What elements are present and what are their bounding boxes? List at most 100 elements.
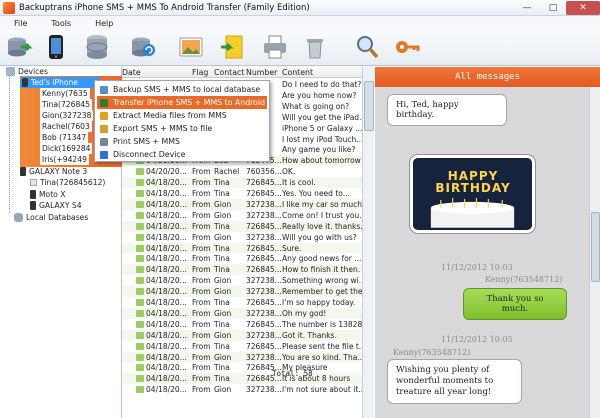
tree-iphone[interactable]: Ted's iPhone [20,77,100,88]
register-button[interactable] [392,32,422,62]
cell-contact: Tina [214,319,230,329]
maximize-button[interactable]: □ [540,1,566,15]
export-button[interactable] [218,32,248,62]
sms-icon [136,244,144,252]
cell-content: iPhone 5 or Galaxy ... [282,123,363,133]
scrollbar-thumb[interactable] [591,212,600,282]
table-row[interactable]: 04/18/20... From Gion 327238... You are so k… [122,351,367,363]
media-icon [100,112,108,120]
table-row[interactable]: 04/18/20... From Gion 327238... Something wr… [122,275,367,287]
delete-button[interactable] [300,32,330,62]
column-contact[interactable]: Contact [214,68,244,77]
column-date[interactable]: Date [122,68,141,77]
tree-contact[interactable]: Gion(327238 [40,110,94,121]
database-icon [14,213,23,222]
cell-content: Remember to get the... [282,287,370,297]
tree-galaxy-s4[interactable]: GALAXY S4 [30,200,82,211]
cell-date: 04/18/20... [146,243,187,253]
cell-date: 04/18/20... [146,374,187,384]
backup-database-icon [8,37,33,57]
birthday-photo[interactable]: HAPPY BIRTHDAY [410,155,535,233]
column-flag[interactable]: Flag [192,68,208,77]
cell-content: I lost my iPod Touch... [282,134,364,144]
database-button[interactable] [82,32,112,62]
column-content[interactable]: Content [282,68,313,77]
cell-content: How to finish it then. [282,265,361,275]
photo-button[interactable] [176,32,206,62]
tree-contact[interactable]: Iris(+94249 [40,154,89,165]
close-button[interactable]: ✕ [566,0,600,15]
cell-contact: Tina [214,298,230,307]
table-row[interactable]: 04/18/20... From Tina 726845... Sure. [122,242,367,254]
tree-devices[interactable]: Devices [6,66,48,77]
contact-label: Rachel(7603 [42,122,90,131]
conversation-scrollbar[interactable] [589,87,600,418]
table-row[interactable]: 04/18/20... From Tina 726845... It is about … [122,373,367,385]
scrollbar-thumb[interactable] [364,81,374,131]
table-row[interactable]: 04/18/20... From Gion 327238... Oh my god! [122,307,367,319]
table-row[interactable]: 04/18/20... From Tina 726845... It is cool. [122,177,367,189]
tree-iphone-label: Ted's iPhone [31,78,78,87]
cell-flag: From [192,341,211,351]
disconnect-icon [100,151,108,159]
search-button[interactable] [352,32,382,62]
cell-contact: Gion [214,385,232,395]
table-row[interactable]: 04/18/20... From Tina 726845... Any good new… [122,253,367,265]
table-row[interactable]: 04/18/20... From Tina 726845... How to finis… [122,264,367,276]
tree-contact[interactable]: Tina(726845 [40,99,92,110]
sms-icon [136,211,144,219]
tree-moto[interactable]: Moto X [30,189,65,200]
message-timestamp: 11/12/2012 10:05 [441,335,513,344]
cell-date: 04/18/20... [146,385,187,395]
column-number[interactable]: Number [246,68,277,77]
message-list-scrollbar[interactable] [362,67,374,418]
tree-contact[interactable]: Kenny(7635 [40,88,90,99]
cell-flag: From [192,352,211,362]
tree-contact[interactable]: Rachel(7603 [40,121,92,132]
ctx-backup[interactable]: Backup SMS + MMS to local database [97,83,267,96]
ctx-disconnect[interactable]: Disconnect Device [97,148,267,161]
table-row[interactable]: 04/18/20... From Tina 726845... Please sent … [122,340,367,352]
menu-file[interactable]: File [14,19,27,28]
backup-button[interactable] [4,32,34,62]
table-row[interactable]: 04/18/20... From Tina 726845... The number i… [122,318,367,330]
cell-contact: Rachel [214,167,240,177]
ctx-transfer[interactable]: Transfer iPhone SMS + MMS to Android [97,96,267,109]
ctx-transfer-label: Transfer iPhone SMS + MMS to Android [113,98,266,107]
cell-date: 04/18/20... [146,265,187,275]
tree-local-databases[interactable]: Local Databases [14,212,88,223]
table-row[interactable]: 04/18/20... From Gion 327238... Will you go … [122,231,367,243]
table-row[interactable]: 04/18/20... From Tina 726845... My pleasure [122,362,367,374]
table-row[interactable]: 04/20/20... From Rachel 760356... OK. [122,166,367,178]
ctx-print[interactable]: Print SMS + MMS [97,135,267,148]
table-row[interactable]: 04/18/20... From Tina 726845... Yes. You nee… [122,188,367,199]
ctx-extract-media[interactable]: Extract Media files from MMS [97,109,267,122]
cell-content: Are you home now? [282,90,357,100]
cell-date: 04/18/20... [146,254,187,264]
tree-contact[interactable]: Bob (71347 [40,132,89,143]
table-row[interactable]: 04/18/20... From Gion 327238... Come on! I t… [122,209,367,221]
table-row[interactable]: 04/18/20... From Gion 327238... Got it. Than… [122,329,367,341]
menu-bar: File Tools Help [0,16,600,30]
table-row[interactable]: 04/18/20... From Tina 726845... I'm so happy… [122,297,367,308]
cell-date: 04/18/20... [146,287,187,297]
menu-help[interactable]: Help [95,19,113,28]
sync-button[interactable] [128,32,158,62]
tree-contact[interactable]: Tina(726845612) [30,177,105,188]
cell-contact: Tina [214,363,230,373]
table-row[interactable]: 04/18/20... From Gion 327238... I like my ca… [122,198,367,210]
sms-icon [136,375,144,383]
minimize-button[interactable]: — [514,1,540,15]
tree-contact[interactable]: Dick(169284 [40,143,93,154]
table-row[interactable]: 04/18/20... From Gion 327238... I'm not sure… [122,384,367,396]
print-button[interactable] [260,32,290,62]
tree-galaxy-note[interactable]: GALAXY Note 3 [20,166,87,177]
sms-icon [136,190,144,197]
cell-number: 726845... [246,319,282,329]
cell-date: 04/18/20... [146,363,187,373]
transfer-button[interactable] [42,32,72,62]
table-row[interactable]: 04/18/20... From Tina 726845... Really love … [122,220,367,232]
table-row[interactable]: 04/18/20... From Gion 327238... Remember to … [122,286,370,298]
menu-tools[interactable]: Tools [51,19,71,28]
ctx-export[interactable]: Export SMS + MMS to file [97,122,267,135]
